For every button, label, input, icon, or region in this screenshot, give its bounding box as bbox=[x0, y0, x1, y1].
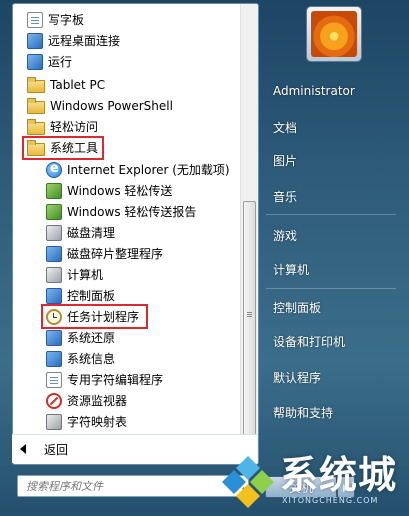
program-label: 字符映射表 bbox=[67, 415, 128, 429]
program-label: 运行 bbox=[48, 55, 73, 69]
program-item-disk-defragmenter[interactable]: 磁盘碎片整理程序 bbox=[13, 243, 240, 264]
disk-defragmenter-icon bbox=[46, 245, 62, 262]
wordpad-icon bbox=[27, 11, 43, 28]
folder-item-tablet-pc[interactable]: Tablet PC bbox=[13, 74, 240, 95]
easy-transfer-icon bbox=[46, 182, 62, 199]
scrollbar-thumb[interactable] bbox=[243, 201, 256, 436]
program-item-system-info[interactable]: 系统信息 bbox=[13, 348, 240, 369]
program-item-control-panel[interactable]: 控制面板 bbox=[13, 285, 240, 306]
program-item-remote-desktop[interactable]: 远程桌面连接 bbox=[13, 30, 240, 51]
right-item-documents[interactable]: 文档 bbox=[265, 111, 409, 143]
right-item-label: 默认程序 bbox=[273, 370, 322, 385]
right-item-pictures[interactable]: 图片 bbox=[265, 144, 409, 176]
right-item-games[interactable]: 游戏 bbox=[265, 219, 409, 251]
program-item-internet-explorer[interactable]: Internet Explorer (无加载项) bbox=[13, 159, 240, 180]
search-icon[interactable] bbox=[232, 479, 242, 489]
program-label: 磁盘碎片整理程序 bbox=[67, 247, 164, 261]
task-scheduler-icon bbox=[46, 308, 62, 325]
program-label: 专用字符编辑程序 bbox=[67, 373, 164, 387]
user-avatar[interactable] bbox=[306, 6, 362, 62]
shutdown-options-button[interactable] bbox=[337, 476, 355, 498]
run-icon bbox=[27, 53, 43, 70]
folder-icon bbox=[27, 139, 45, 156]
program-label: Windows 轻松传送报告 bbox=[67, 205, 197, 219]
program-label: 磁盘清理 bbox=[67, 226, 116, 240]
right-divider bbox=[266, 214, 396, 215]
program-item-computer[interactable]: 计算机 bbox=[13, 264, 240, 285]
right-item-computer[interactable]: 计算机 bbox=[265, 253, 409, 285]
right-item-label: 帮助和支持 bbox=[273, 405, 334, 420]
folder-label: 轻松访问 bbox=[50, 120, 99, 134]
program-item-easy-transfer-report[interactable]: Windows 轻松传送报告 bbox=[13, 201, 240, 222]
right-item-label: 文档 bbox=[273, 120, 298, 135]
flower-picture-icon bbox=[311, 11, 357, 57]
program-label: 资源监视器 bbox=[67, 394, 128, 408]
program-item-easy-transfer[interactable]: Windows 轻松传送 bbox=[13, 180, 240, 201]
right-item-administrator[interactable]: Administrator bbox=[265, 75, 409, 107]
program-list: 写字板 远程桌面连接 运行 Tablet PC Windows PowerShe… bbox=[13, 4, 240, 464]
system-restore-icon bbox=[46, 329, 62, 346]
program-label: Internet Explorer (无加载项) bbox=[67, 163, 230, 177]
folder-icon bbox=[27, 76, 45, 93]
program-item-character-map[interactable]: 字符映射表 bbox=[13, 411, 240, 432]
folder-icon bbox=[27, 97, 45, 114]
private-character-editor-icon bbox=[46, 371, 62, 388]
shutdown-label: 关机 bbox=[288, 480, 313, 495]
right-divider bbox=[266, 288, 396, 289]
disk-cleanup-icon bbox=[46, 224, 62, 241]
control-panel-icon bbox=[46, 287, 62, 304]
internet-explorer-icon bbox=[46, 161, 62, 178]
program-list-scrollbar[interactable] bbox=[240, 4, 258, 464]
right-item-label: 计算机 bbox=[273, 262, 310, 277]
search-box[interactable] bbox=[17, 475, 249, 497]
right-item-label: 音乐 bbox=[273, 189, 298, 204]
programs-pane: 写字板 远程桌面连接 运行 Tablet PC Windows PowerShe… bbox=[12, 3, 259, 465]
remote-desktop-icon bbox=[27, 32, 43, 49]
program-label: 系统信息 bbox=[67, 352, 116, 366]
program-label: 计算机 bbox=[67, 268, 104, 282]
start-menu: 写字板 远程桌面连接 运行 Tablet PC Windows PowerShe… bbox=[0, 0, 409, 516]
back-label: 返回 bbox=[44, 442, 69, 457]
search-input[interactable] bbox=[18, 478, 223, 494]
back-arrow-icon bbox=[20, 444, 26, 454]
character-map-icon bbox=[46, 413, 62, 430]
easy-transfer-report-icon bbox=[46, 203, 62, 220]
program-label: 任务计划程序 bbox=[67, 310, 140, 324]
right-item-help-and-support[interactable]: 帮助和支持 bbox=[265, 396, 409, 428]
folder-item-windows-powershell[interactable]: Windows PowerShell bbox=[13, 95, 240, 116]
folder-label: Tablet PC bbox=[50, 77, 106, 92]
folder-item-accessibility[interactable]: 轻松访问 bbox=[13, 116, 240, 137]
folder-label: Windows PowerShell bbox=[50, 98, 173, 113]
right-item-label: 控制面板 bbox=[273, 300, 322, 315]
folder-label: 系统工具 bbox=[50, 141, 99, 155]
right-item-default-programs[interactable]: 默认程序 bbox=[265, 361, 409, 393]
program-item-disk-cleanup[interactable]: 磁盘清理 bbox=[13, 222, 240, 243]
program-item-system-restore[interactable]: 系统还原 bbox=[13, 327, 240, 348]
computer-icon bbox=[46, 266, 62, 283]
right-item-label: 图片 bbox=[273, 153, 298, 168]
folder-item-system-tools[interactable]: 系统工具 bbox=[13, 137, 240, 158]
right-item-label: Administrator bbox=[273, 84, 355, 98]
program-label: 远程桌面连接 bbox=[48, 34, 121, 48]
program-item-wordpad[interactable]: 写字板 bbox=[13, 9, 240, 30]
program-label: Windows 轻松传送 bbox=[67, 184, 173, 198]
program-label: 写字板 bbox=[48, 13, 85, 27]
right-item-label: 游戏 bbox=[273, 228, 298, 243]
resource-monitor-icon bbox=[46, 392, 62, 409]
right-item-control-panel[interactable]: 控制面板 bbox=[265, 291, 409, 323]
program-item-run[interactable]: 运行 bbox=[13, 51, 240, 72]
program-item-private-character-editor[interactable]: 专用字符编辑程序 bbox=[13, 369, 240, 390]
program-label: 系统还原 bbox=[67, 331, 116, 345]
program-item-resource-monitor[interactable]: 资源监视器 bbox=[13, 390, 240, 411]
right-item-music[interactable]: 音乐 bbox=[265, 180, 409, 212]
back-button[interactable]: 返回 bbox=[12, 434, 257, 463]
right-item-devices-and-printers[interactable]: 设备和打印机 bbox=[265, 325, 409, 357]
program-item-task-scheduler[interactable]: 任务计划程序 bbox=[13, 306, 240, 327]
program-label: 控制面板 bbox=[67, 289, 116, 303]
system-info-icon bbox=[46, 350, 62, 367]
shutdown-button[interactable]: 关机 bbox=[265, 476, 337, 498]
folder-icon bbox=[27, 118, 45, 135]
right-item-label: 设备和打印机 bbox=[273, 334, 346, 349]
